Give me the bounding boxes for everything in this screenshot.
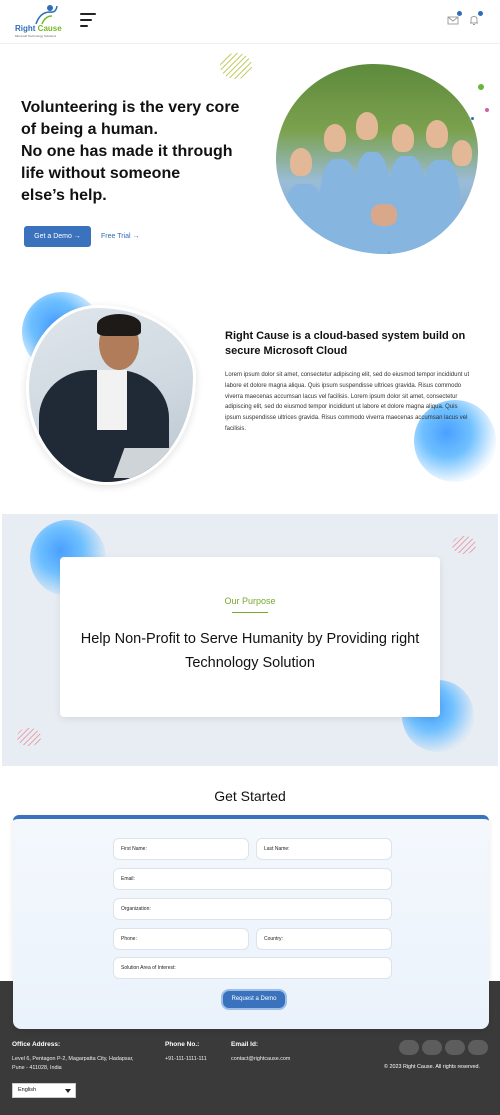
chevron-down-icon	[65, 1089, 71, 1093]
logo-name: Right Cause	[15, 24, 62, 33]
hero-headline: Volunteering is the very core of being a…	[21, 99, 240, 204]
right-cause-logo[interactable]: Right Cause Microsoft Technology Solutio…	[12, 4, 64, 38]
purpose-card: Our Purpose Help Non-Profit to Serve Hum…	[60, 557, 440, 717]
organization-field[interactable]: Organization:	[113, 898, 392, 920]
phone-field[interactable]: Phone:	[113, 928, 249, 950]
email-label: Email Id:	[231, 1041, 259, 1048]
first-name-field[interactable]: First Name:	[113, 838, 249, 860]
phone-number[interactable]: +91-111-1111-111	[165, 1055, 207, 1064]
bell-icon[interactable]	[468, 11, 483, 25]
social-icon[interactable]	[399, 1040, 419, 1055]
decorative-stripes	[17, 728, 41, 746]
office-address: Level 6, Pentagon P-2, Magarpatta City, …	[12, 1056, 134, 1071]
social-icon[interactable]	[445, 1040, 465, 1055]
social-icon[interactable]	[422, 1040, 442, 1055]
about-description: Lorem ipsum dolor sit amet, consectetur …	[225, 372, 470, 432]
decorative-dot	[471, 117, 474, 120]
top-header: Right Cause Microsoft Technology Solutio…	[0, 0, 500, 44]
decorative-stripes	[452, 536, 476, 554]
office-address-label: Office Address:	[12, 1041, 61, 1048]
logo-figure-icon	[35, 5, 58, 25]
email-address[interactable]: contact@rightcause.com	[231, 1055, 290, 1064]
mail-icon[interactable]	[447, 11, 462, 25]
get-a-demo-button[interactable]: Get a Demo →	[24, 226, 91, 247]
man-on-laptop-image	[26, 305, 196, 485]
language-select[interactable]: English	[12, 1083, 76, 1098]
hamburger-menu-icon[interactable]	[80, 12, 98, 28]
social-icon[interactable]	[468, 1040, 488, 1055]
language-value: English	[18, 1087, 37, 1093]
decorative-dot	[485, 108, 489, 112]
phone-label: Phone No.:	[165, 1041, 200, 1048]
get-started-title: Get Started	[214, 788, 286, 804]
copyright: © 2023 Right Cause. All rights reserved.	[384, 1064, 480, 1070]
last-name-field[interactable]: Last Name:	[256, 838, 392, 860]
about-title: Right Cause is a cloud-based system buil…	[225, 330, 466, 357]
purpose-kicker: Our Purpose	[224, 596, 276, 606]
country-field[interactable]: Country:	[256, 928, 392, 950]
decorative-stripes	[220, 53, 252, 79]
email-field[interactable]: Email:	[113, 868, 392, 890]
purpose-heading: Help Non-Profit to Serve Humanity by Pro…	[80, 631, 420, 671]
logo-tagline: Microsoft Technology Solutions	[15, 34, 57, 38]
free-trial-link[interactable]: Free Trial →	[101, 226, 140, 247]
divider	[232, 612, 268, 613]
decorative-dot	[478, 84, 484, 90]
volunteers-group-image	[276, 64, 478, 254]
notification-dot	[457, 11, 462, 16]
notification-dot	[478, 11, 483, 16]
solution-area-field[interactable]: Solution Area of Interest:	[113, 957, 392, 979]
request-a-demo-button[interactable]: Request a Demo	[221, 989, 287, 1010]
